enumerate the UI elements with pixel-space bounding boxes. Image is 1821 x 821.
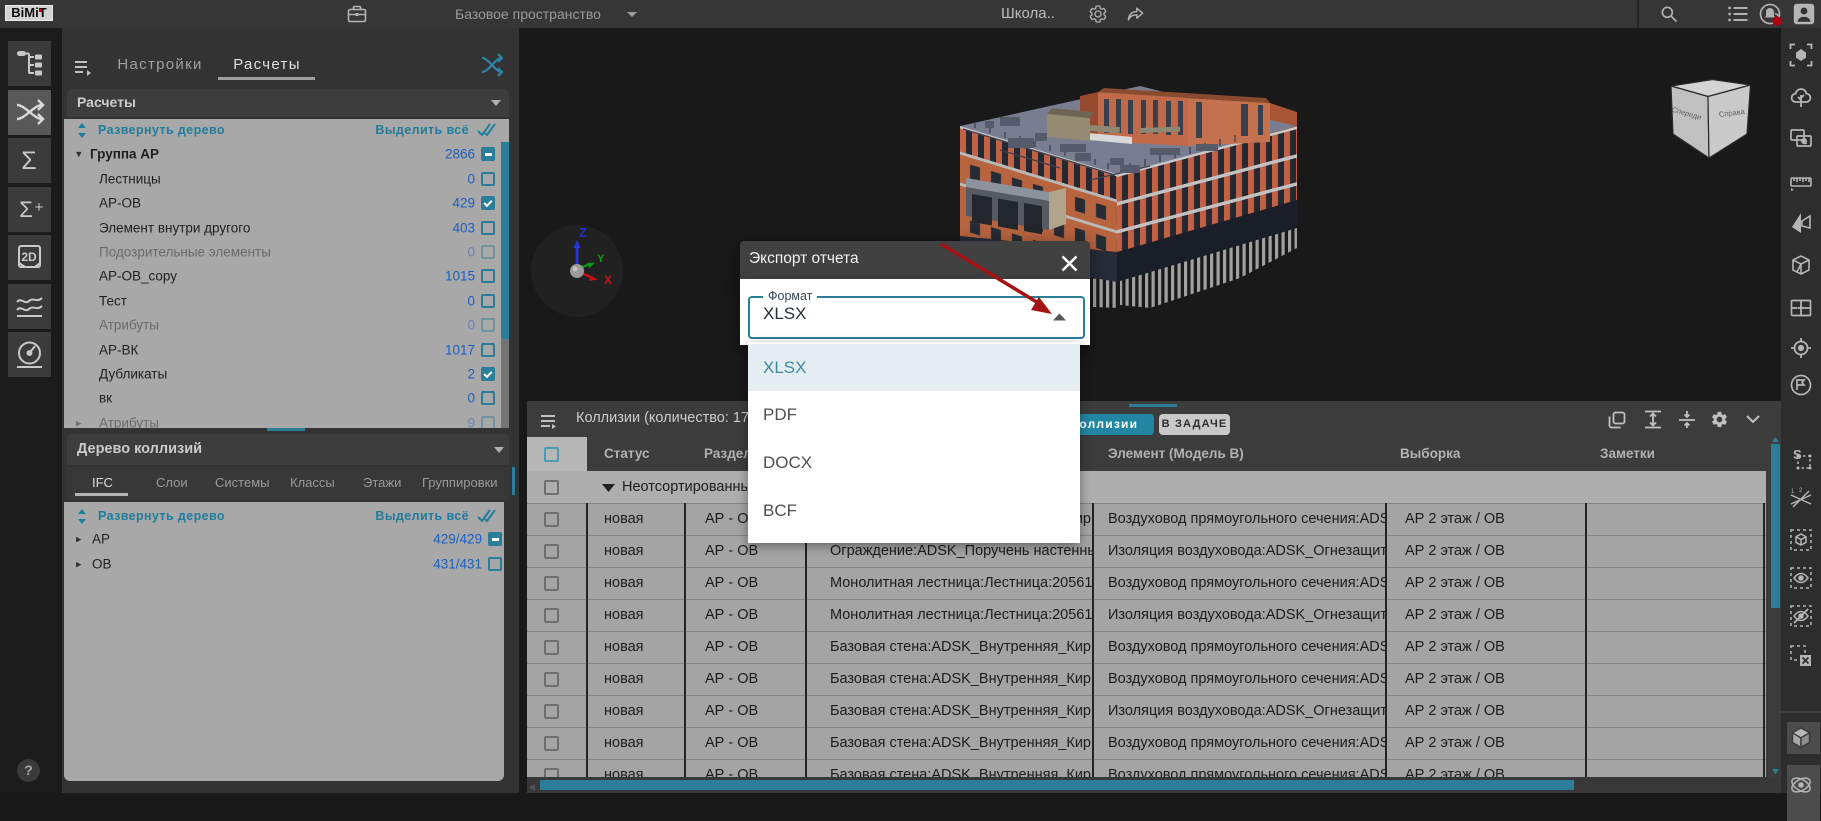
svg-text:Σ: Σ — [21, 147, 36, 175]
svg-text:2: 2 — [1799, 488, 1803, 494]
svg-text:+: + — [35, 199, 44, 216]
svg-text:Z: Z — [579, 225, 587, 240]
svg-text:X: X — [604, 273, 612, 287]
svg-text:1: 1 — [1791, 489, 1795, 495]
svg-text:Σ: Σ — [19, 197, 33, 222]
svg-text:Y: Y — [597, 253, 605, 265]
svg-text:S: S — [1793, 447, 1802, 462]
svg-text:2D: 2D — [21, 250, 37, 264]
